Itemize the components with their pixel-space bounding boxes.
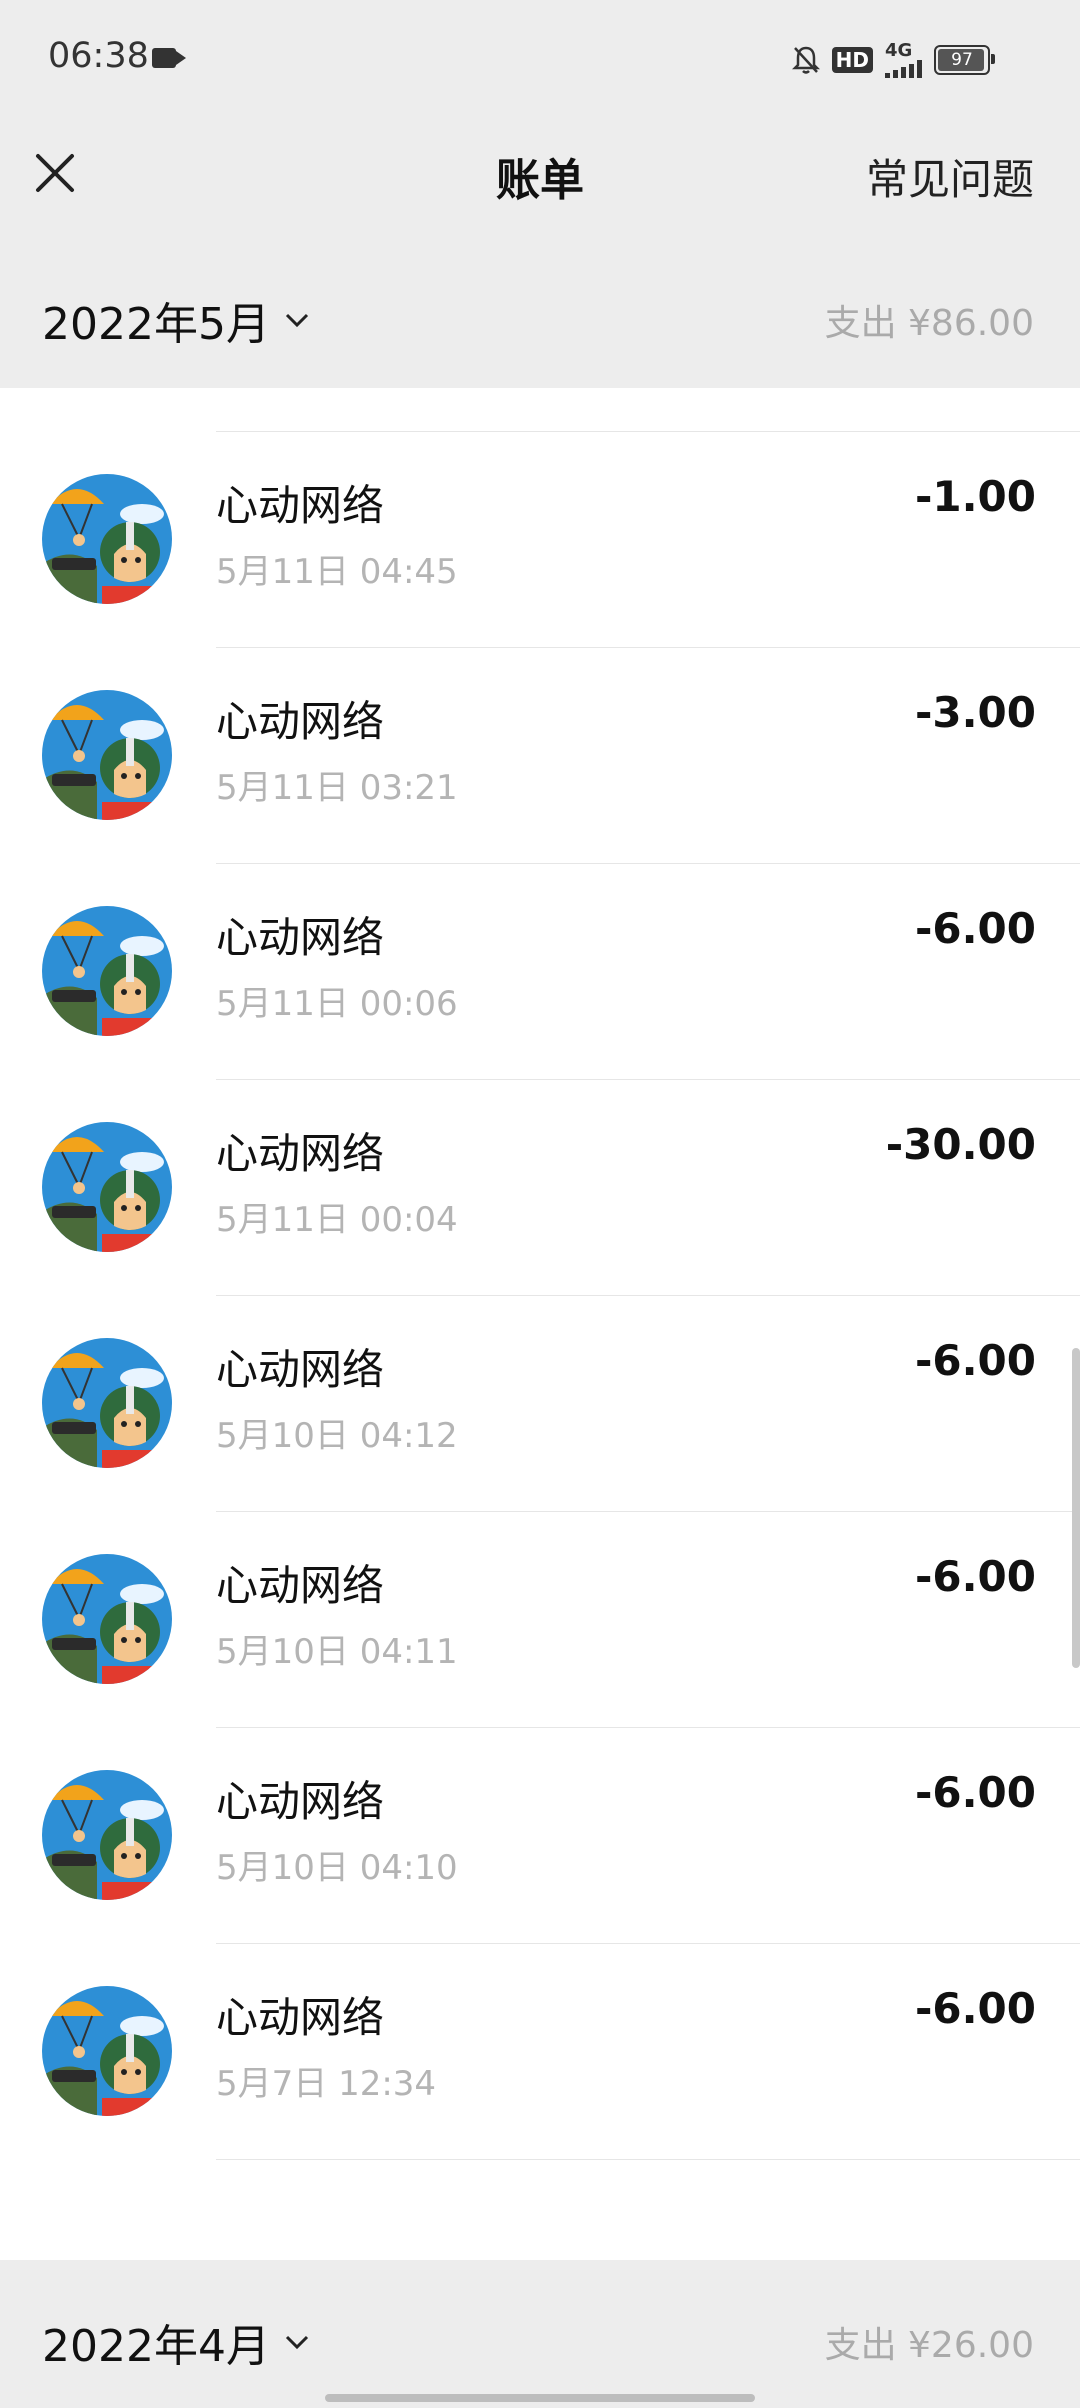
merchant-avatar [42,1986,172,2116]
month-header-april: 2022年4月 支出 ¥26.00 [0,2260,1080,2408]
transaction-time: 5月11日 00:06 [216,984,458,1024]
scrollbar[interactable] [1072,1348,1080,1668]
home-indicator[interactable] [325,2394,755,2402]
network-type: 4G [885,40,913,61]
transaction-time: 5月11日 03:21 [216,768,458,808]
transaction-amount: -1.00 [914,472,1036,521]
chevron-down-icon [285,313,309,328]
signal-icon: 4G [885,42,922,78]
merchant-name: 心动网络 [216,1345,385,1394]
merchant-avatar [42,1122,172,1252]
transaction-time: 5月10日 04:10 [216,1848,458,1888]
transaction-time: 5月7日 12:34 [216,2064,437,2104]
month-spend-total: 支出 ¥26.00 [824,2325,1034,2366]
merchant-avatar [42,690,172,820]
video-camera-icon [152,48,186,68]
transaction-row[interactable]: 心动网络 5月10日 04:12 -6.00 [0,1296,1080,1512]
month-selector[interactable]: 2022年4月 [42,2310,310,2374]
merchant-avatar [42,1770,172,1900]
month-header-may: 2022年5月 支出 ¥86.00 [0,238,1080,388]
transaction-row[interactable]: 心动网络 5月11日 04:45 -1.00 [0,432,1080,648]
hd-icon: HD [831,47,873,73]
transaction-row[interactable]: 心动网络 5月11日 03:21 -3.00 [0,648,1080,864]
transaction-amount: -6.00 [914,1552,1036,1601]
chevron-down-icon [285,2335,309,2350]
month-spend-total: 支出 ¥86.00 [824,303,1034,344]
merchant-avatar [42,1338,172,1468]
merchant-avatar [42,906,172,1036]
status-icons: HD 4G 97 [791,40,995,80]
merchant-name: 心动网络 [216,1561,385,1610]
transaction-time: 5月11日 04:45 [216,552,458,592]
transaction-time: 5月11日 00:04 [216,1200,458,1240]
transaction-amount: -3.00 [914,688,1036,737]
battery-level: 97 [951,50,973,70]
transaction-row[interactable]: 心动网络 5月10日 04:11 -6.00 [0,1512,1080,1728]
status-time: 06:38 [48,36,149,76]
merchant-avatar [42,1554,172,1684]
month-selector[interactable]: 2022年5月 [42,288,310,352]
transaction-time: 5月10日 04:12 [216,1416,458,1456]
merchant-name: 心动网络 [216,1993,385,2042]
merchant-avatar [42,474,172,604]
transaction-amount: -6.00 [914,1336,1036,1385]
transaction-row[interactable]: 心动网络 5月11日 00:04 -30.00 [0,1080,1080,1296]
transaction-amount: -6.00 [914,1768,1036,1817]
transaction-row[interactable]: 心动网络 5月7日 12:34 -6.00 [0,1944,1080,2160]
transaction-row[interactable]: 心动网络5月11日 04:45-1.00 [0,388,1080,432]
merchant-name: 心动网络 [216,481,385,530]
transaction-amount: -6.00 [914,904,1036,953]
transaction-row[interactable]: 心动网络 5月10日 04:10 -6.00 [0,1728,1080,1944]
transaction-row[interactable]: 心动网络 5月11日 00:06 -6.00 [0,864,1080,1080]
merchant-name: 心动网络 [216,913,385,962]
battery-icon: 97 [934,45,995,75]
nav-bar: 账单 常见问题 [0,118,1080,239]
transaction-amount: -6.00 [914,1984,1036,2033]
transaction-amount: -30.00 [885,1120,1036,1169]
month-label: 2022年4月 [42,2321,270,2372]
transaction-list[interactable]: 心动网络5月11日 04:45-1.00心动网络5月11日 04:45-1.00… [0,388,1080,2260]
merchant-name: 心动网络 [216,1129,385,1178]
merchant-name: 心动网络 [216,697,385,746]
status-bar: 06:38 HD 4G 97 [0,0,1080,118]
month-label: 2022年5月 [42,299,270,350]
row-divider [216,2159,1080,2160]
merchant-name: 心动网络 [216,1777,385,1826]
faq-link[interactable]: 常见问题 [866,146,1034,207]
bell-muted-icon [791,45,820,75]
transaction-time: 5月10日 04:11 [216,1632,458,1672]
